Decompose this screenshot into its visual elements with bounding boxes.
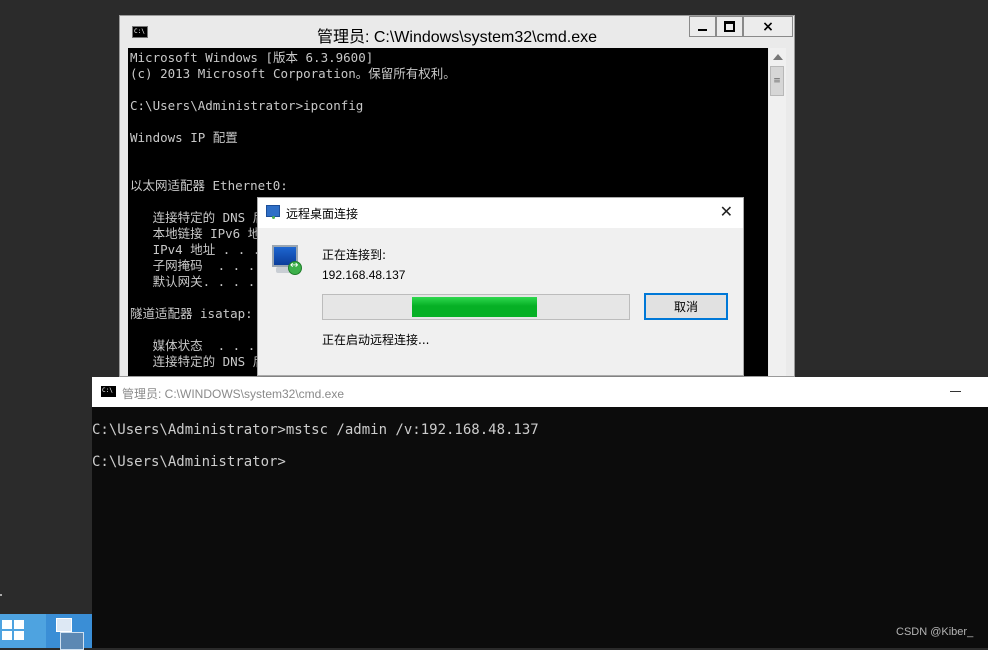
dialog-close-button[interactable]: ✕ xyxy=(720,202,733,221)
connecting-label: 正在连接到: xyxy=(322,248,387,262)
maximize-button[interactable] xyxy=(716,16,743,37)
front-cmd-titlebar[interactable]: C:\ 管理员: C:\WINDOWS\system32\cmd.exe xyxy=(92,377,988,407)
progress-fill xyxy=(411,297,538,317)
remote-desktop-icon xyxy=(266,205,280,219)
scroll-thumb[interactable]: ≡ xyxy=(770,66,784,96)
remote-computer-icon xyxy=(272,245,302,279)
console-output[interactable]: C:\Users\Administrator>mstsc /admin /v:1… xyxy=(92,407,988,648)
minimize-icon xyxy=(698,28,707,31)
front-cmd-window[interactable]: C:\ 管理员: C:\WINDOWS\system32\cmd.exe C:\… xyxy=(92,377,988,648)
dialog-title: 远程桌面连接 xyxy=(286,207,359,221)
cancel-button[interactable]: 取消 xyxy=(644,293,728,320)
target-ip: 192.168.48.137 xyxy=(322,268,406,282)
rdp-dialog[interactable]: 远程桌面连接 ✕ 正在连接到: 192.168.48.137 取消 正在启动远程… xyxy=(257,197,744,376)
watermark: CSDN @Kiber_ xyxy=(896,626,974,638)
maximize-icon xyxy=(724,21,735,32)
connection-progress-bar xyxy=(322,294,630,320)
vertical-scrollbar[interactable]: ≡ xyxy=(769,48,786,376)
console-text: C:\Users\Administrator>mstsc /admin /v:1… xyxy=(92,422,539,470)
status-text: 正在启动远程连接... xyxy=(322,333,430,347)
desktop-dot xyxy=(0,594,2,596)
scroll-up-icon[interactable] xyxy=(773,54,783,60)
cmd-icon: C:\ xyxy=(101,386,116,397)
rdp-titlebar[interactable]: 远程桌面连接 ✕ xyxy=(258,198,743,228)
windows-logo-icon xyxy=(2,620,26,642)
back-cmd-titlebar[interactable]: C:\ 管理员: C:\Windows\system32\cmd.exe × xyxy=(120,16,794,48)
server-manager-icon xyxy=(54,618,84,650)
window-title: 管理员: C:\WINDOWS\system32\cmd.exe xyxy=(122,387,345,401)
close-icon: × xyxy=(762,18,774,35)
taskbar-server-manager[interactable] xyxy=(46,614,92,650)
close-button[interactable]: × xyxy=(743,16,793,37)
start-button[interactable] xyxy=(0,614,46,648)
minimize-button[interactable] xyxy=(950,391,961,392)
minimize-button[interactable] xyxy=(689,16,716,37)
